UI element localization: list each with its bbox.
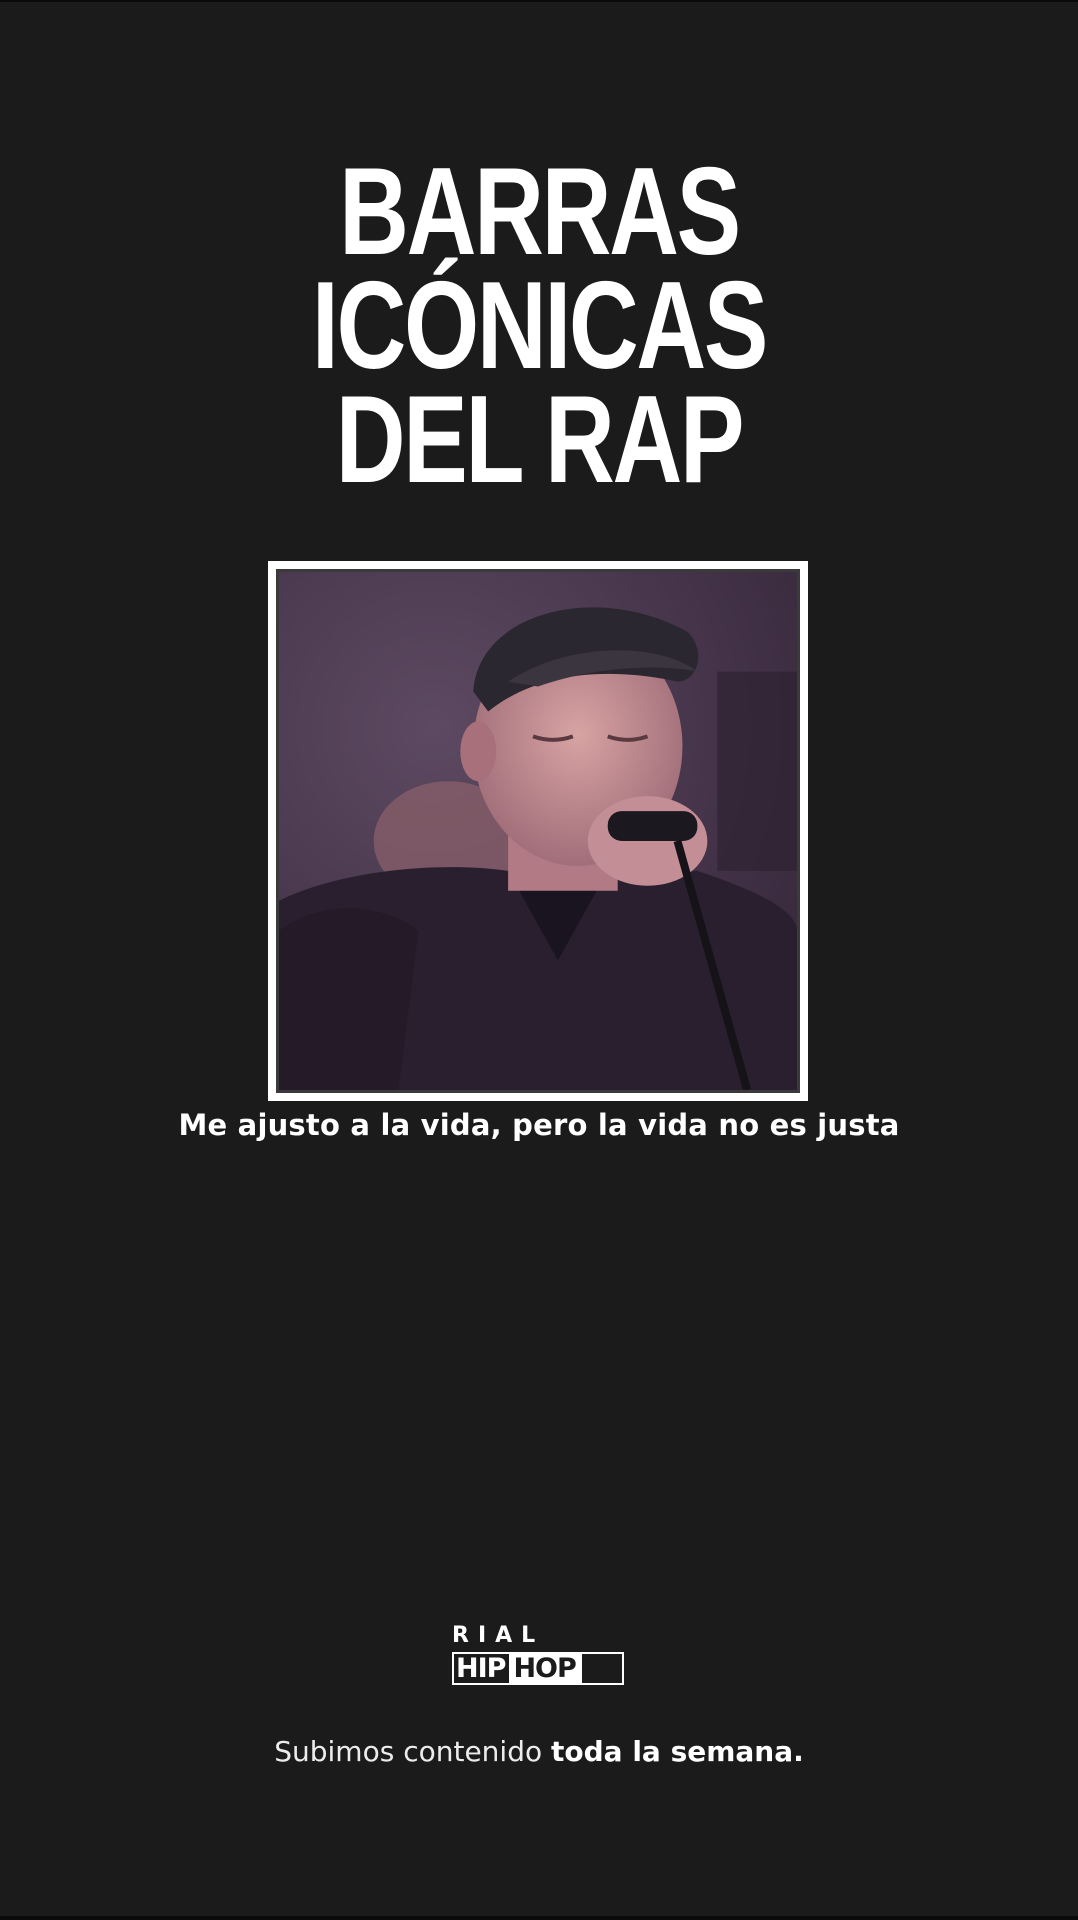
footer-tagline: Subimos contenido toda la semana. (0, 1735, 1078, 1768)
page-title: BARRAS ICÓNICAS DEL RAP (0, 143, 1078, 510)
performer-photo (276, 569, 800, 1093)
logo-hop-text: HOP (509, 1654, 582, 1683)
photo-frame (268, 561, 808, 1101)
rial-hiphop-logo: RIAL HIP HOP (452, 1625, 626, 1685)
footer-text-bold: toda la semana. (551, 1735, 804, 1768)
title-line-1: BARRAS ICÓNICAS (311, 143, 769, 396)
top-border (0, 0, 1078, 2)
logo-hip-text: HIP (456, 1653, 506, 1684)
performer-illustration (279, 572, 797, 1090)
bottom-border (0, 1916, 1078, 1920)
logo-rial-text: RIAL (452, 1623, 545, 1648)
title-line-2: DEL RAP (335, 371, 745, 510)
lyric-caption: Me ajusto a la vida, pero la vida no es … (178, 1108, 900, 1142)
footer-text-normal: Subimos contenido (274, 1735, 552, 1768)
logo-hiphop-box: HIP HOP (452, 1652, 624, 1685)
